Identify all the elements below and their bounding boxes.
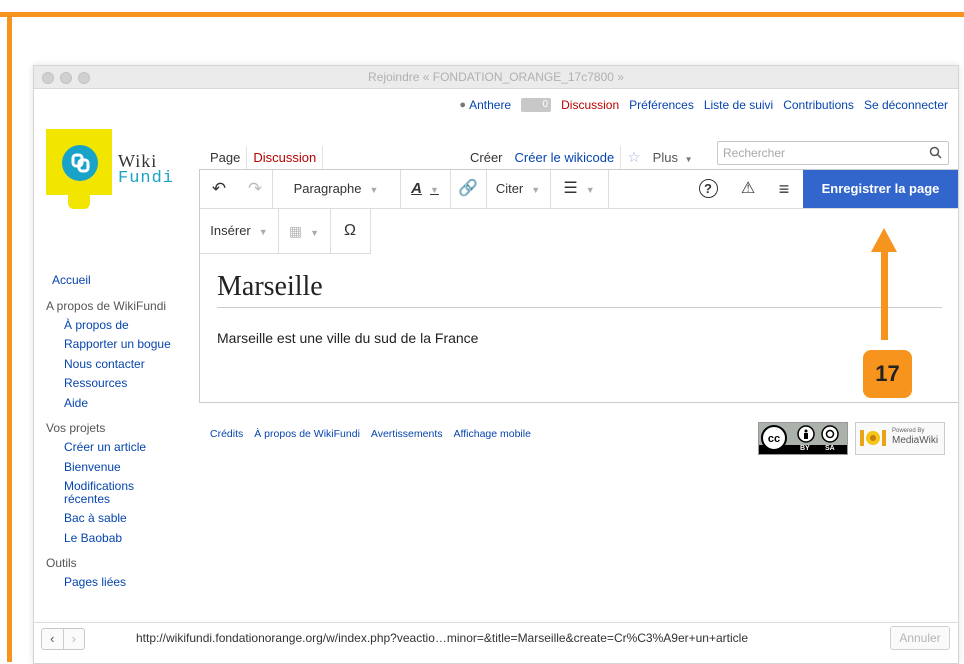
insert-label: Insérer <box>210 223 251 238</box>
link-icon[interactable]: 🔗 <box>450 170 487 208</box>
footer-link-disclaimers[interactable]: Avertissements <box>371 428 443 440</box>
cite-label: Citer <box>495 181 524 196</box>
tab-create-wikicode[interactable]: Créer le wikicode <box>509 146 622 170</box>
sidebar-heading-about: A propos de WikiFundi <box>46 298 167 313</box>
user-icon: ● <box>459 99 467 111</box>
notification-badge[interactable]: 0 <box>521 98 552 112</box>
svg-text:cc: cc <box>768 433 780 445</box>
sidebar-item-home[interactable]: Accueil <box>46 271 196 291</box>
sidebar-item-linked-pages[interactable]: Pages liées <box>46 573 196 593</box>
footer-link-mobile[interactable]: Affichage mobile <box>454 428 531 440</box>
sidebar-heading-projects: Vos projets <box>46 421 106 435</box>
logout-link[interactable]: Se déconnecter <box>864 98 948 112</box>
tab-more[interactable]: Plus ▼ <box>647 146 699 170</box>
insert-dropdown[interactable]: Insérer ▼ <box>200 209 279 253</box>
sidebar-item-create-article[interactable]: Créer un article <box>46 438 196 458</box>
sidebar-item-about[interactable]: À propos de <box>46 316 196 336</box>
special-character-icon[interactable]: Ω <box>330 209 370 253</box>
redo-icon[interactable]: ↷ <box>238 170 273 208</box>
chevron-down-icon: ▼ <box>585 185 595 195</box>
status-url: http://wikifundi.fondationorange.org/w/i… <box>136 631 748 645</box>
username-link[interactable]: Anthere <box>469 98 511 112</box>
wikifundi-logo[interactable]: Wiki Fundi <box>42 127 192 217</box>
logo-text-fundi: Fundi <box>118 169 175 188</box>
watch-star-icon[interactable]: ☆ <box>621 146 646 170</box>
page-title[interactable]: Marseille <box>217 271 323 303</box>
preferences-link[interactable]: Préférences <box>629 98 694 112</box>
warning-icon[interactable]: ⚠ <box>730 170 766 208</box>
footer-link-about[interactable]: À propos de WikiFundi <box>254 428 360 440</box>
back-arrow-icon[interactable]: ‹ <box>42 629 64 649</box>
sidebar-heading-tools: Outils <box>46 556 77 570</box>
cancel-button[interactable]: Annuler <box>890 626 950 650</box>
sidebar-item-resources[interactable]: Ressources <box>46 374 196 394</box>
sidebar-item-welcome[interactable]: Bienvenue <box>46 458 196 478</box>
title-divider <box>217 307 942 308</box>
discussion-link[interactable]: Discussion <box>561 98 619 112</box>
list-icon[interactable]: ☰ ▼ <box>550 170 609 208</box>
view-tabs: Créer Créer le wikicode ☆ Plus ▼ <box>464 146 699 170</box>
powered-by-mediawiki-badge[interactable]: Powered By MediaWiki <box>855 422 945 455</box>
namespace-tabs: Page Discussion <box>204 146 324 170</box>
text-style-icon[interactable]: A ▼ <box>400 170 451 208</box>
editor-toolbar: ↶ ↷ Paragraphe ▼ A ▼ 🔗 Citer ▼ ☰ ▼ ? ⚠ ≡ Enr… <box>200 170 958 209</box>
sidebar-navigation: Accueil A propos de WikiFundi À propos d… <box>46 271 196 593</box>
help-icon[interactable]: ? <box>690 170 726 208</box>
table-icon[interactable]: ▦ ▼ <box>278 209 331 253</box>
editor-toolbar-insert: Insérer ▼ ▦ ▼ Ω <box>200 209 371 254</box>
search-icon[interactable] <box>929 146 942 159</box>
contributions-link[interactable]: Contributions <box>783 98 854 112</box>
chevron-down-icon: ▼ <box>684 155 693 164</box>
footer-links: Crédits À propos de WikiFundi Avertissem… <box>210 428 542 440</box>
sidebar-item-contact[interactable]: Nous contacter <box>46 355 196 375</box>
save-page-button[interactable]: Enregistrer la page <box>803 170 958 208</box>
chevron-down-icon: ▼ <box>531 185 541 195</box>
sidebar-item-baobab[interactable]: Le Baobab <box>46 529 196 549</box>
orange-frame-top <box>0 12 964 17</box>
more-label: Plus <box>652 150 678 165</box>
mediawiki-label: MediaWiki <box>892 435 939 446</box>
cc-sa-label: SA <box>825 445 835 452</box>
history-navigation: ‹ › <box>41 628 85 650</box>
footer-link-credits[interactable]: Crédits <box>210 428 243 440</box>
orange-frame-left <box>7 12 12 662</box>
browser-window: Rejoindre « FONDATION_ORANGE_17c7800 » ●… <box>33 65 959 664</box>
chevron-down-icon: ▼ <box>369 185 379 195</box>
tab-create[interactable]: Créer <box>464 146 509 170</box>
paragraph-dropdown[interactable]: Paragraphe ▼ <box>272 170 401 208</box>
cc-by-sa-badge[interactable]: cc BY SA <box>758 422 848 455</box>
tab-discussion[interactable]: Discussion <box>247 146 324 170</box>
search-input[interactable]: Rechercher <box>717 141 949 165</box>
tab-page[interactable]: Page <box>204 146 248 170</box>
cc-by-label: BY <box>800 445 810 452</box>
sidebar-item-report-bug[interactable]: Rapporter un bogue <box>46 335 196 355</box>
powered-by-label: Powered By <box>892 428 925 434</box>
sidebar-item-sandbox[interactable]: Bac à sable <box>46 509 196 529</box>
sidebar-item-recent-changes[interactable]: Modifications récentes <box>46 477 144 509</box>
callout-arrow-shaft <box>881 248 888 340</box>
sidebar-item-help[interactable]: Aide <box>46 394 196 414</box>
paragraph-label: Paragraphe <box>293 181 362 196</box>
undo-icon[interactable]: ↶ <box>200 170 238 208</box>
window-title: Rejoindre « FONDATION_ORANGE_17c7800 » <box>368 70 624 84</box>
chevron-down-icon: ▼ <box>258 227 268 237</box>
mediawiki-flower-icon <box>860 430 886 446</box>
personal-tools: ● Anthere 0 Discussion Préférences Liste… <box>449 98 948 112</box>
search-placeholder: Rechercher <box>723 146 786 160</box>
article-body-text[interactable]: Marseille est une ville du sud de la Fra… <box>217 330 478 346</box>
cite-dropdown[interactable]: Citer ▼ <box>486 170 551 208</box>
chevron-down-icon: ▼ <box>310 228 320 238</box>
visual-editor: ↶ ↷ Paragraphe ▼ A ▼ 🔗 Citer ▼ ☰ ▼ ? ⚠ ≡ Enr… <box>199 169 958 403</box>
forward-arrow-icon[interactable]: › <box>64 629 85 649</box>
chevron-down-icon: ▼ <box>429 185 439 195</box>
watchlist-link[interactable]: Liste de suivi <box>704 98 773 112</box>
menu-icon[interactable]: ≡ <box>766 170 802 208</box>
step-number-badge: 17 <box>863 350 912 398</box>
title-bar: Rejoindre « FONDATION_ORANGE_17c7800 » <box>34 66 958 89</box>
status-bar: ‹ › http://wikifundi.fondationorange.org… <box>34 622 958 663</box>
